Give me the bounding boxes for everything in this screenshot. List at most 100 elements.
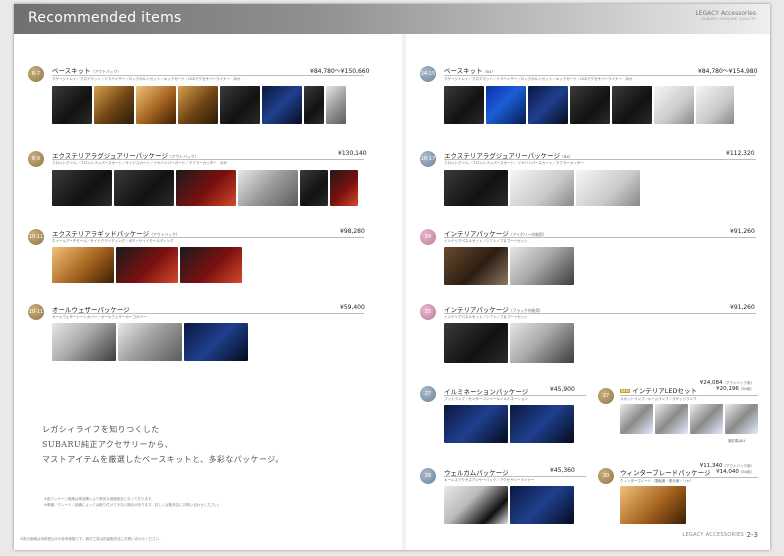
item-description: フロントグリル／フロントバンパースカート／リヤバンパースカート／マフラーカッター [444, 161, 584, 165]
photo-cargo-cover [184, 323, 248, 361]
page-title: Recommended items [28, 10, 182, 26]
item-price: ¥24,084（アウトバック用） ¥20,196（B4用） [700, 380, 754, 392]
price-outback-note: （アウトバック用） [722, 381, 755, 385]
item-title: ベースキット（アウトバック） [52, 65, 121, 75]
photo-door-visor [178, 86, 218, 124]
page-ref-badge: 27 [420, 386, 436, 402]
item-price: ¥59,400 [340, 304, 365, 311]
footnote: ※表示価格は消費税込みの参考価格です。取付工賃は別途販売店にお問い合わせください… [20, 537, 163, 541]
item-price: ¥45,360 [550, 467, 575, 474]
item-price: ¥98,280 [340, 228, 365, 235]
item-title: NEW インテリアLEDセット [620, 385, 697, 395]
page-ref-badge: 25 [420, 304, 436, 320]
divider [444, 75, 756, 76]
item-description: ウィンターブレード（運転席／助手席／リヤ） [620, 479, 694, 483]
photo-strip [444, 247, 574, 285]
photo-strip [620, 486, 686, 524]
intro-line: SUBARU純正アクセサリーから、 [42, 440, 174, 449]
photo-strip [444, 170, 640, 206]
page-ref-badge: 30 [598, 468, 614, 484]
item-price: ¥84,780〜¥150,660 [310, 68, 370, 75]
item-description: オールウェザーシートカバー／オールウェザーカーゴカバー [52, 315, 147, 319]
intro-copy: レガシィライフを知りつくした SUBARU純正アクセサリーから、 マストアイテム… [42, 422, 284, 467]
item-variant: （アウトバック） [90, 69, 122, 74]
price-b4: ¥20,196 [716, 386, 739, 392]
photo-smart-key [444, 486, 508, 524]
divider [620, 395, 758, 396]
photo-front-grille [444, 170, 508, 206]
photo-floor-mat [220, 86, 260, 124]
note-line: ※車種／グレード／装備によっては取り付けできない場合があります。詳しくは販売店に… [44, 503, 222, 507]
photo-wheel-arch [52, 247, 114, 283]
intro-line: レガシィライフを知りつくした [42, 425, 160, 434]
divider [444, 159, 756, 160]
photo-muffler-cutter [238, 170, 298, 206]
page-ref-badge: 14-15 [420, 66, 436, 82]
photo-tail [330, 170, 358, 206]
photo-black-door [510, 323, 574, 363]
item-name: ベースキット [52, 67, 91, 75]
photo-strip [444, 405, 574, 443]
photo-strip [52, 323, 248, 361]
page-ref-badge: 10-11 [28, 304, 44, 320]
new-badge: NEW [620, 389, 631, 393]
photo-kick-guard [696, 86, 734, 124]
photo-rear-seat-cover [118, 323, 182, 361]
item-price: ¥130,140 [338, 150, 367, 157]
item-description: インテリアパネルセット／シフトノブ＆ブーツセット [444, 239, 528, 243]
page-ref-badge: 10-11 [28, 229, 44, 245]
photo-caption: 撮影車はB4 [728, 439, 746, 443]
page-ref-badge: 16-17 [420, 151, 436, 167]
photo-mudguard [326, 86, 346, 124]
divider [444, 395, 586, 396]
item-price: ¥91,260 [730, 304, 755, 311]
photo-lock-bolts [486, 86, 526, 124]
photo-trunk-tray [444, 86, 484, 124]
photo-strip [52, 247, 242, 283]
divider [444, 237, 756, 238]
page-ref-badge: 27 [598, 388, 614, 404]
divider [52, 237, 364, 238]
photo-door-visor [570, 86, 610, 124]
price-outback-note: （アウトバック用） [722, 464, 755, 468]
item-price: ¥84,780〜¥154,980 [698, 68, 758, 75]
item-price: ¥11,340（アウトバック用） ¥14,040（B4用） [700, 463, 754, 475]
price-b4-note: （B4用） [738, 387, 754, 391]
photo-cladding [116, 247, 178, 283]
item-title: ウィンターブレードパッケージ [620, 467, 710, 477]
item-price: ¥91,260 [730, 228, 755, 235]
divider [52, 75, 364, 76]
photo-fog-liner [654, 86, 694, 124]
photo-winter-blade [620, 486, 686, 524]
item-title: ベースキット（B4） [444, 65, 495, 75]
item-description: フットランプ／センターコンソールイルミネーション [444, 397, 528, 401]
photo-seat-cover [52, 323, 116, 361]
photo-rear-lamp [690, 404, 723, 434]
photo-led-liner [262, 86, 302, 124]
item-name: ウィンターブレードパッケージ [620, 469, 711, 477]
divider [52, 159, 364, 160]
brand-name: LEGACY Accessories [695, 10, 756, 17]
photo-side-molding [180, 247, 242, 283]
brand-tagline: SUBARU GENUINE QUALITY [701, 17, 756, 21]
item-description: ホイールアーチモール／サイドクラッディング／ボディサイドモールディング [52, 239, 174, 243]
item-name: インテリアLEDセット [632, 387, 698, 395]
brand-block: LEGACY Accessories SUBARU GENUINE QUALIT… [695, 10, 756, 21]
item-description: キーレスアクセスアンサーバック／アクセサリーライナー [444, 478, 535, 482]
page-ref-badge: 28 [420, 468, 436, 484]
item-description: スポットランプ／ルームランプ／ラゲッジランプ [620, 397, 697, 401]
divider [52, 313, 364, 314]
photo-valve-caps [136, 86, 176, 124]
photo-rear-bumper [576, 170, 640, 206]
photo-strip [444, 86, 734, 124]
photo-valve-caps [528, 86, 568, 124]
item-description: インテリアパネルセット／シフトノブ＆ブーツセット [444, 315, 528, 319]
item-description: フロントグリル／フロントバンパースカート／サイドスカート／リヤバンパーガード／マ… [52, 161, 228, 165]
page-ref-badge: 24 [420, 229, 436, 245]
item-name: ベースキット [444, 67, 483, 75]
item-description: ラゲージトレイ／フロアマット／ドアバイザー／ロックボルトセット／キックガード／L… [52, 77, 241, 81]
photo-strip [52, 170, 358, 206]
photo-front-grille [52, 170, 112, 206]
photo-room-lamp [655, 404, 688, 434]
page-spine [401, 4, 407, 550]
